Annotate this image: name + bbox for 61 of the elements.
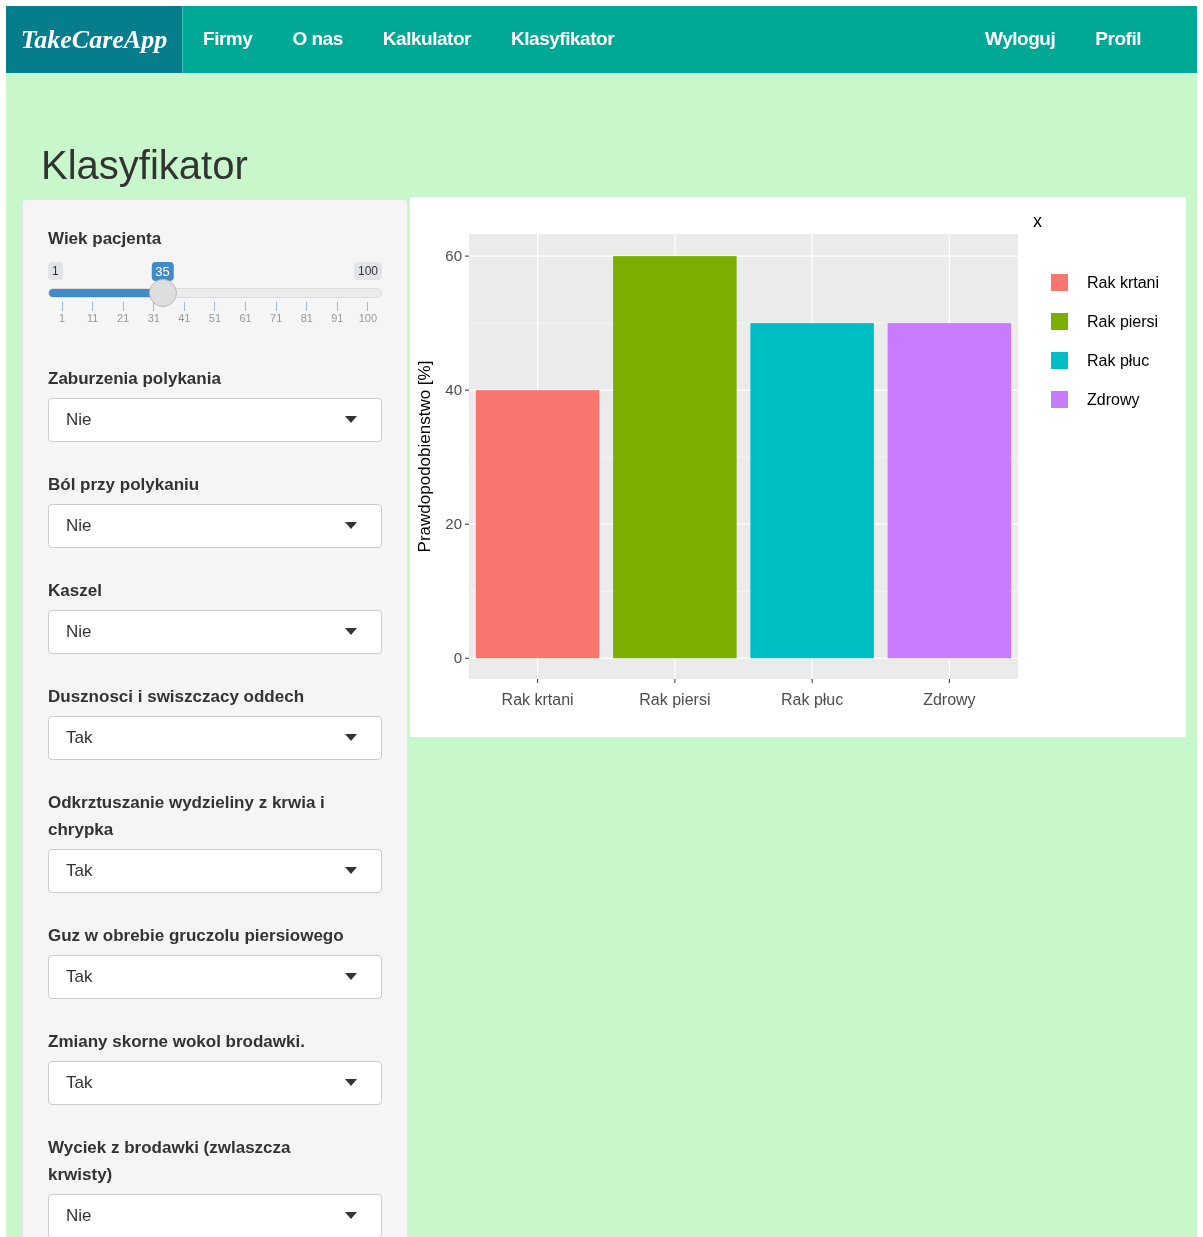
field-label: Odkrztuszanie wydzieliny z krwia i chrypka xyxy=(48,791,326,841)
slider-tick-label: 71 xyxy=(270,310,283,325)
slider-tick-label: 91 xyxy=(331,310,344,325)
slider-tick-label: 31 xyxy=(147,310,160,325)
field-label: Wyciek z brodawki (zwlaszcza krwisty) xyxy=(48,1136,292,1186)
brand-logo[interactable]: TakeCareApp xyxy=(6,6,183,73)
caret-icon xyxy=(345,973,357,980)
slider-max-label: 100 xyxy=(353,261,382,280)
select-field[interactable]: Tak xyxy=(48,1060,382,1105)
slider-tick-label: 61 xyxy=(239,310,252,325)
caret-icon xyxy=(345,867,357,874)
caret-icon xyxy=(345,1212,357,1219)
axis-tick-label: 0 xyxy=(453,649,462,667)
field-label: Ból przy polykaniu xyxy=(48,473,201,496)
select-field[interactable]: Nie xyxy=(48,397,382,442)
caret-icon xyxy=(345,522,357,529)
axis-tick-label: Rak płuc xyxy=(781,691,844,708)
caret-icon xyxy=(345,416,357,423)
slider-min-label: 1 xyxy=(48,261,63,280)
slider-handle[interactable] xyxy=(148,278,177,307)
slider-tick-label: 11 xyxy=(86,310,99,325)
page-title: Klasyfikator xyxy=(40,142,249,189)
field-label: Kaszel xyxy=(48,579,103,602)
legend-label: Rak krtani xyxy=(1087,274,1160,291)
slider-tick-label: 81 xyxy=(300,310,313,325)
axis-tick-label: 40 xyxy=(445,381,462,399)
field-label: Zaburzenia polykania xyxy=(48,367,222,390)
field-label: Zmiany skorne wokol brodawki. xyxy=(48,1030,306,1053)
select-field[interactable]: Tak xyxy=(48,848,382,893)
legend-swatch xyxy=(1051,274,1068,291)
caret-icon xyxy=(345,1079,357,1086)
field-label: Guz w obrebie gruczolu piersiowego xyxy=(48,924,345,947)
slider-tick-label: 100 xyxy=(358,310,378,325)
axis-title: Prawdopodobienstwo [%] xyxy=(415,360,434,553)
select-field[interactable]: Nie xyxy=(48,1193,382,1237)
select-field[interactable]: Tak xyxy=(48,715,382,760)
legend-label: Rak piersi xyxy=(1087,313,1159,330)
legend-label: Zdrowy xyxy=(1087,391,1140,408)
caret-icon xyxy=(345,628,357,635)
slider-tick-label: 21 xyxy=(117,310,130,325)
slider-tick-label: 41 xyxy=(178,310,191,325)
select-field[interactable]: Tak xyxy=(48,954,382,999)
legend-label: Rak płuc xyxy=(1087,352,1150,369)
field-label: Dusznosci i swiszczacy oddech xyxy=(48,685,306,708)
caret-icon xyxy=(345,734,357,741)
legend-swatch xyxy=(1051,352,1068,369)
axis-tick-label: Rak krtani xyxy=(501,691,574,708)
axis-tick-label: Rak piersi xyxy=(639,691,711,708)
axis-tick-label: 60 xyxy=(445,247,462,265)
slider-tick-label: 1 xyxy=(58,310,66,325)
slider-tick-label: 51 xyxy=(208,310,222,325)
select-field[interactable]: Nie xyxy=(48,609,382,654)
slider-value-label: 35 xyxy=(151,261,174,281)
legend-title: x xyxy=(1033,211,1042,231)
axis-tick-label: 20 xyxy=(445,515,462,533)
field-label: Wiek pacjenta xyxy=(48,228,163,250)
select-field[interactable]: Nie xyxy=(48,503,382,548)
legend-swatch xyxy=(1051,391,1068,408)
axis-tick-label: Zdrowy xyxy=(923,691,976,708)
slider-track[interactable] xyxy=(48,287,382,298)
legend-swatch xyxy=(1051,313,1068,330)
